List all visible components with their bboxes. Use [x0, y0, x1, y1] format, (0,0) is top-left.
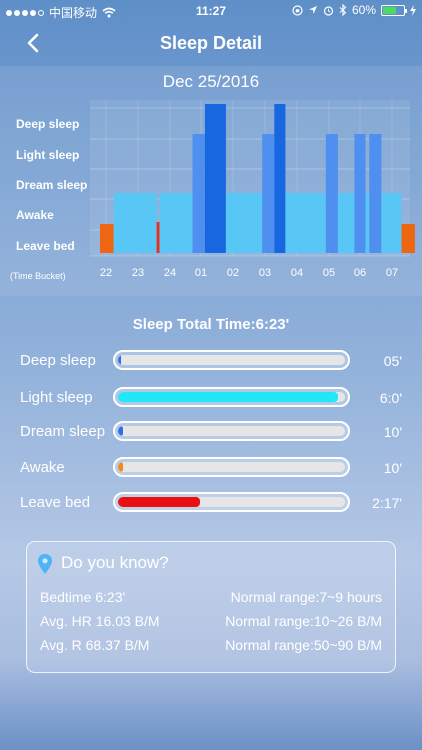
avg-hr-range: Normal range:10~26 B/M [225, 613, 382, 629]
x-label-01: 01 [194, 267, 208, 279]
progress-dream-sleep [113, 421, 350, 441]
x-label-05: 05 [322, 267, 336, 279]
sleep-segment-1 [113, 193, 157, 253]
sleep-segment-15 [381, 193, 402, 253]
orientation-lock-icon [292, 4, 303, 16]
sleep-segment-5 [204, 104, 226, 253]
progress-deep-sleep [113, 350, 350, 370]
y-label-leave-bed: Leave bed [16, 239, 75, 253]
sleep-segment-0 [100, 224, 114, 253]
sleep-segment-11 [337, 193, 355, 253]
summary-value-awake: 10' [383, 460, 402, 476]
sleep-segment-7 [262, 134, 275, 253]
status-right: 60% [292, 3, 416, 17]
sleep-segment-13 [365, 193, 370, 253]
sleep-segment-6 [225, 193, 263, 253]
x-label-22: 22 [99, 267, 113, 279]
x-label-06: 06 [353, 267, 367, 279]
sleep-segment-8 [274, 104, 286, 253]
bedtime-text: Bedtime 6:23' [40, 589, 126, 605]
charging-icon [410, 4, 416, 16]
sleep-segment-3 [159, 193, 193, 253]
summary-label-dream-sleep: Dream sleep [20, 423, 106, 440]
location-pin-icon [38, 554, 52, 574]
did-you-know-card: Do you know? Bedtime 6:23' Normal range:… [26, 541, 396, 673]
sleep-segment-12 [354, 134, 366, 253]
progress-fill-dream-sleep [118, 426, 123, 436]
page-title: Sleep Detail [159, 33, 263, 53]
avg-r-text: Avg. R 68.37 B/M [40, 637, 150, 653]
progress-leave-bed [113, 492, 350, 512]
summary-label-awake: Awake [20, 459, 65, 476]
y-label-awake: Awake [16, 208, 54, 222]
avg-r-range: Normal range:50~90 B/M [225, 637, 382, 653]
avg-hr-text: Avg. HR 16.03 B/M [40, 613, 160, 629]
battery-percent: 60% [351, 3, 376, 17]
progress-light-sleep [113, 387, 350, 407]
y-label-dream-sleep: Dream sleep [16, 178, 88, 192]
summary-value-deep-sleep: 05' [383, 353, 402, 369]
summary-value-leave-bed: 2:17' [372, 495, 402, 511]
progress-fill-awake [118, 462, 123, 472]
sleep-segment-14 [369, 134, 382, 253]
summary-value-dream-sleep: 10' [383, 424, 402, 440]
summary-label-leave-bed: Leave bed [20, 494, 91, 511]
sleep-segment-2 [156, 222, 160, 253]
sleep-segment-4 [192, 134, 205, 253]
card-heading: Do you know? [61, 553, 169, 572]
location-arrow-icon [308, 6, 317, 14]
x-label-04: 04 [290, 267, 304, 279]
progress-fill-light-sleep [118, 392, 339, 402]
x-label-07: 07 [385, 267, 399, 279]
summary-value-light-sleep: 6:0' [379, 390, 402, 406]
bluetooth-icon [339, 4, 347, 16]
progress-awake [113, 457, 350, 477]
nav-bar: Sleep Detail [0, 22, 422, 66]
y-label-light-sleep: Light sleep [16, 148, 80, 162]
y-label-deep-sleep: Deep sleep [16, 117, 80, 131]
battery-icon [381, 4, 407, 16]
summary-label-light-sleep: Light sleep [20, 389, 93, 406]
x-label-24: 24 [163, 267, 177, 279]
summary-label-deep-sleep: Deep sleep [20, 352, 96, 369]
x-label-23: 23 [131, 267, 145, 279]
alarm-icon [323, 5, 334, 16]
chart-date: Dec 25/2016 [162, 72, 260, 91]
x-label-03: 03 [258, 267, 272, 279]
sleep-chart-panel: Dec 25/2016 Deep sleep Light sleep Dream… [0, 66, 422, 296]
sleep-segment-9 [285, 193, 326, 253]
progress-fill-deep-sleep [118, 355, 122, 365]
x-axis-note: (Time Bucket) [10, 271, 66, 281]
bedtime-range: Normal range:7~9 hours [230, 589, 382, 605]
progress-fill-leave-bed [118, 497, 200, 507]
sleep-total-time: Sleep Total Time:6:23' [132, 316, 290, 333]
sleep-segment-10 [325, 134, 338, 253]
sleep-segment-16 [401, 224, 415, 253]
status-bar: 中国移动 11:27 60% [0, 0, 422, 22]
x-label-02: 02 [226, 267, 240, 279]
